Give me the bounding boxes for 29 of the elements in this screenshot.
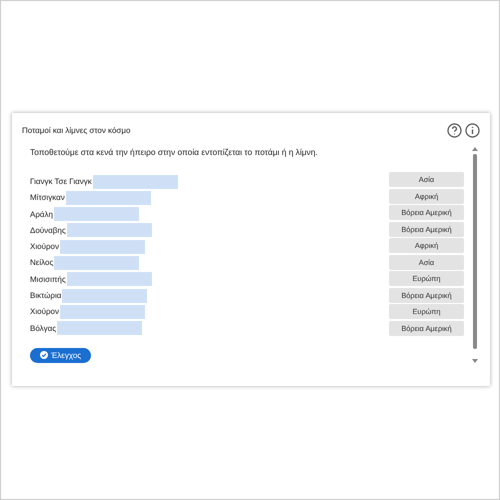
item-label: Δούναβης [30, 226, 66, 235]
answer-field[interactable] [54, 256, 140, 270]
item-label: Χιούρον [30, 242, 59, 252]
item-label: Χιούρον [30, 307, 59, 316]
answer-field[interactable] [57, 321, 142, 336]
item-label: Γιανγκ Τσε Γιανγκ [30, 177, 92, 186]
item-label: Μίτσιγκαν [30, 193, 65, 202]
instruction-text: Τοποθετούμε στα κενά την ήπειρο στην οποία εντοπίζεται το ποτάμι ή η λίμνη. [30, 147, 319, 157]
scrollbar-thumb[interactable] [473, 154, 477, 349]
item-label: Βόλγας [30, 324, 56, 333]
item-label: Νείλος [30, 258, 54, 268]
answer-field[interactable] [60, 304, 145, 319]
check-icon [40, 351, 48, 360]
answer-field[interactable] [66, 272, 152, 286]
check-button[interactable]: Έλεγχος [30, 348, 92, 363]
item-label: Βικτώρια [30, 291, 62, 300]
help-icon[interactable] [447, 122, 462, 138]
answer-field[interactable] [66, 190, 151, 205]
item-label: Αράλη [30, 210, 53, 219]
answer-field[interactable] [60, 240, 145, 254]
item-label: Μισισιπής [30, 274, 66, 284]
card-title: Ποταμοί και λίμνες στον κόσμο [22, 126, 130, 134]
answer-field[interactable] [62, 288, 148, 303]
info-icon[interactable] [465, 122, 480, 138]
scroll-up-icon[interactable] [472, 147, 478, 151]
scroll-down-icon[interactable] [472, 358, 478, 363]
answer-field[interactable] [54, 207, 139, 222]
answer-field[interactable] [92, 174, 178, 188]
answer-field[interactable] [66, 223, 152, 238]
